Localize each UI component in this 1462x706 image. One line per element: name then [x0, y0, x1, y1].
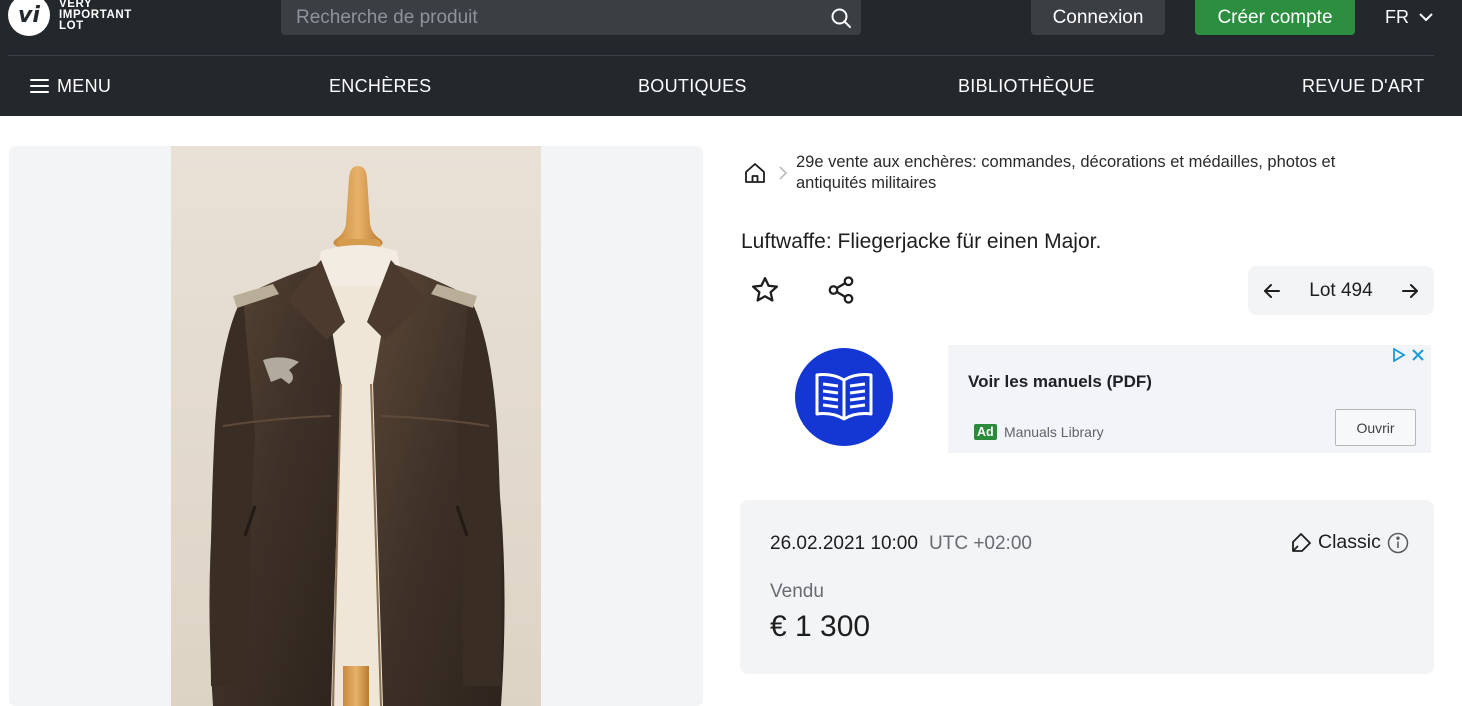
ad-open-button[interactable]: Ouvrir — [1335, 409, 1416, 446]
menu-button[interactable]: MENU — [30, 56, 111, 116]
signup-button[interactable]: Créer compte — [1195, 0, 1355, 35]
logo-text: VERY IMPORTANT LOT — [59, 0, 132, 32]
auction-type: Classic — [1290, 531, 1409, 554]
menu-label: MENU — [57, 75, 112, 96]
lot-title: Luftwaffe: Fliegerjacke für einen Major. — [741, 230, 1102, 253]
sale-date: 26.02.2021 10:00 — [770, 533, 918, 554]
top-header: vi VERY IMPORTANT LOT Connexion Créer co… — [0, 0, 1462, 116]
info-icon[interactable] — [1387, 532, 1409, 554]
product-image-panel[interactable] — [9, 146, 703, 706]
sold-status: Vendu — [770, 581, 824, 602]
ad-choices — [1392, 348, 1424, 362]
next-lot-arrow-icon[interactable] — [1398, 279, 1422, 303]
adchoices-play-icon[interactable] — [1392, 348, 1406, 362]
search-input[interactable] — [281, 0, 821, 35]
sale-info-card: 26.02.2021 10:00 UTC +02:00 Classic Vend… — [740, 500, 1434, 674]
previous-lot-arrow-icon[interactable] — [1260, 279, 1284, 303]
ad-badge: Ad — [974, 424, 997, 440]
search-bar — [281, 0, 861, 35]
login-button[interactable]: Connexion — [1031, 0, 1165, 35]
nav-item-bibliotheque[interactable]: BIBLIOTHÈQUE — [958, 56, 1095, 116]
favorite-star-icon[interactable] — [745, 270, 785, 310]
nav-item-boutiques[interactable]: BOUTIQUES — [638, 56, 747, 116]
lot-navigator: Lot 494 — [1248, 266, 1434, 315]
lot-number: Lot 494 — [1309, 279, 1373, 301]
lot-actions — [745, 270, 861, 310]
hamburger-icon — [30, 79, 49, 93]
language-label: FR — [1385, 6, 1409, 27]
chevron-right-icon — [770, 158, 796, 188]
nav-item-revue-dart[interactable]: REVUE D'ART — [1302, 56, 1424, 116]
home-icon[interactable] — [740, 158, 770, 188]
ad-book-logo-icon[interactable] — [795, 348, 893, 446]
sale-timezone: UTC +02:00 — [929, 533, 1032, 554]
gavel-icon — [1292, 532, 1311, 552]
logo-line: LOT — [59, 19, 84, 32]
breadcrumb-auction-link[interactable]: 29e vente aux enchères: commandes, décor… — [796, 152, 1396, 194]
logo-mark: vi — [8, 0, 50, 36]
ad-source: Manuals Library — [1004, 424, 1104, 440]
auction-type-label: Classic — [1318, 531, 1381, 553]
main-nav: MENU ENCHÈRES BOUTIQUES BIBLIOTHÈQUE REV… — [0, 56, 1462, 116]
close-icon[interactable] — [1412, 349, 1424, 361]
nav-item-encheres[interactable]: ENCHÈRES — [329, 56, 431, 116]
sold-price: € 1 300 — [770, 610, 871, 643]
site-logo[interactable]: vi VERY IMPORTANT LOT — [8, 0, 132, 36]
ad-title[interactable]: Voir les manuels (PDF) — [968, 372, 1152, 392]
search-icon[interactable] — [821, 0, 861, 35]
chevron-down-icon — [1419, 12, 1433, 21]
language-selector[interactable]: FR — [1385, 4, 1433, 30]
logo-line: IMPORTANT — [59, 8, 132, 21]
ad-banner[interactable]: Voir les manuels (PDF) Ad Manuals Librar… — [948, 345, 1431, 453]
share-icon[interactable] — [821, 270, 861, 310]
leather-jacket-photo[interactable] — [171, 146, 541, 706]
breadcrumb: 29e vente aux enchères: commandes, décor… — [740, 152, 1420, 194]
